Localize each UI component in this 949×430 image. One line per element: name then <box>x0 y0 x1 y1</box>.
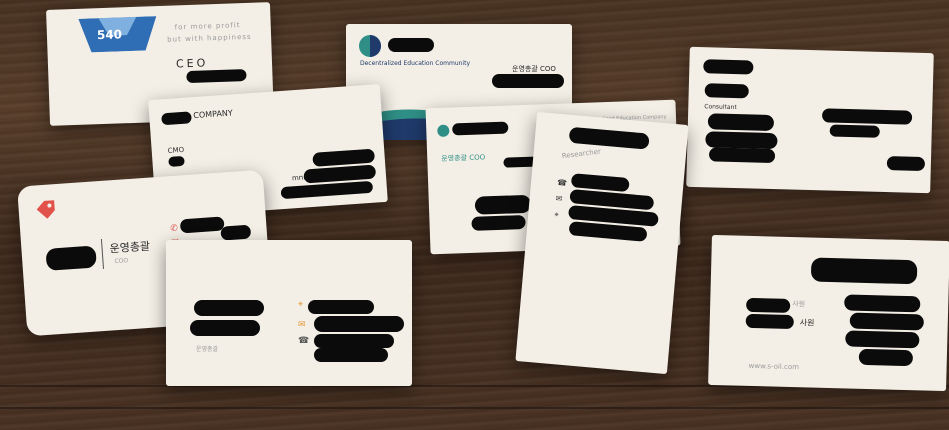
redaction-bar <box>474 194 532 215</box>
phone-icon: ☎ <box>556 177 568 188</box>
redaction-bar <box>858 348 914 367</box>
role-title: CEO <box>175 56 209 71</box>
location-icon: ⌖ <box>553 209 560 220</box>
redaction-bar <box>452 121 509 136</box>
redaction-bar <box>849 312 924 331</box>
location-icon: ⌖ <box>298 300 304 310</box>
redaction-bar <box>704 83 749 99</box>
phone-icon: ☎ <box>298 336 310 346</box>
redaction-bar <box>492 74 564 88</box>
divider <box>100 238 105 269</box>
redaction-bar <box>703 59 754 75</box>
redaction-bar <box>312 148 376 167</box>
website-text: www.s-oil.com <box>748 361 800 372</box>
role-title-en: COO <box>114 257 129 266</box>
redaction-bar <box>746 297 791 313</box>
redaction-bar <box>708 147 776 164</box>
redaction-bar <box>707 113 775 132</box>
slogan-line-2: but with happiness <box>167 32 252 44</box>
redaction-bar <box>821 108 913 125</box>
redaction-bar <box>220 224 252 241</box>
redaction-bar <box>308 300 374 314</box>
business-card-consultant: Consultant <box>686 46 934 194</box>
role-title-1: 사원 <box>792 300 806 309</box>
redaction-bar <box>845 330 920 349</box>
redaction-bar <box>388 38 434 52</box>
tag-icon <box>34 198 57 221</box>
redaction-bar <box>568 126 650 150</box>
redaction-bar <box>705 131 778 150</box>
business-card-staff: 사원 사원 www.s-oil.com <box>708 234 949 392</box>
role-title-ko: 운영총괄 <box>196 346 219 353</box>
redaction-bar <box>829 124 880 138</box>
org-caption: Decentralized Education Community <box>360 60 470 67</box>
redaction-bar <box>186 68 247 84</box>
redaction-bar <box>194 300 264 316</box>
role-title: Researcher <box>561 147 602 161</box>
role-title: 운영총괄 COO <box>512 65 556 73</box>
slogan-line-1: for more profit <box>174 21 241 32</box>
wave-logo-icon <box>436 124 450 138</box>
redaction-bar <box>844 294 921 313</box>
redaction-bar <box>161 111 192 126</box>
plank-seam <box>0 407 949 409</box>
phone-icon: ✆ <box>170 223 179 235</box>
redaction-bar <box>810 257 918 285</box>
redaction-bar <box>190 320 260 336</box>
role-title: Consultant <box>704 103 737 112</box>
business-card-researcher: Researcher ☎ ✉ ⌖ <box>515 111 689 375</box>
company-label: COMPANY <box>193 108 234 121</box>
redaction-bar <box>314 334 394 348</box>
redaction-bar <box>280 180 374 200</box>
redaction-bar <box>745 313 794 330</box>
email-icon: ✉ <box>298 320 306 330</box>
redaction-bar <box>314 316 404 332</box>
redaction-bar <box>471 214 526 231</box>
business-card-coo-bottom: 운영총괄 ⌖ ✉ ☎ <box>166 240 412 386</box>
redaction-bar <box>179 216 225 234</box>
wave-logo-icon <box>358 34 382 58</box>
role-title: CMO <box>167 145 185 155</box>
role-title-2: 사원 <box>799 318 815 328</box>
role-title-ko: 운영총괄 <box>109 239 151 256</box>
role-title: 운영총괄 COO <box>441 153 486 163</box>
redaction-bar <box>168 155 185 167</box>
redaction-bar <box>314 348 388 362</box>
redaction-bar <box>886 156 926 172</box>
email-icon: ✉ <box>555 193 563 204</box>
logo-text: 540 <box>96 27 123 43</box>
redaction-bar <box>45 245 97 271</box>
